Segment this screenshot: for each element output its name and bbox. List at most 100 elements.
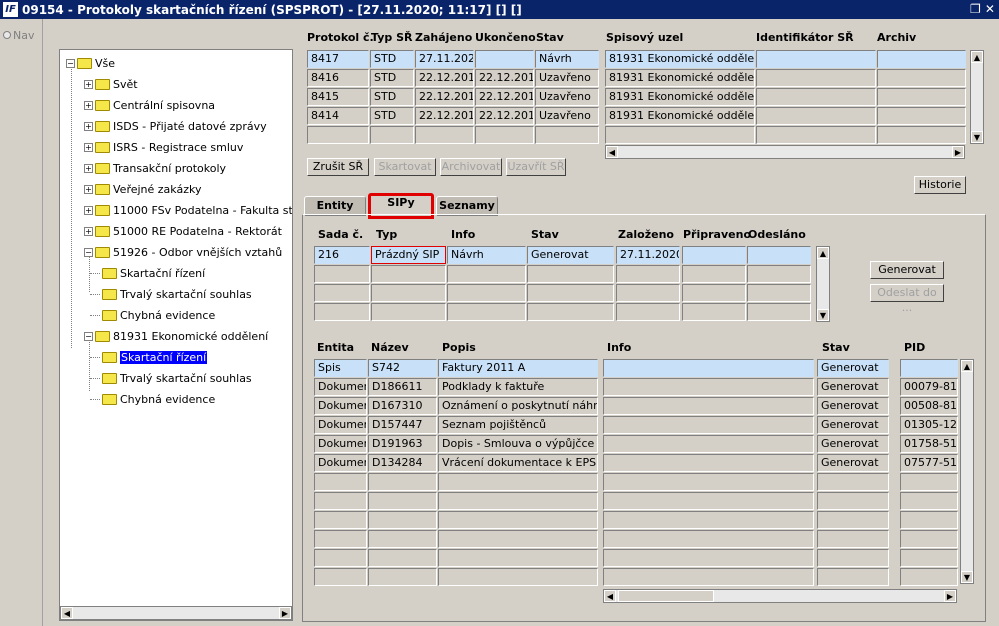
cell-entity[interactable]: Dokument: [314, 454, 367, 472]
cell-empty[interactable]: [817, 492, 889, 510]
scroll-down-icon[interactable]: ▼: [961, 571, 973, 583]
collapse-icon[interactable]: −: [84, 247, 93, 257]
cell-empty[interactable]: [756, 126, 876, 144]
tree-node[interactable]: Trvalý skartační souhlas: [102, 369, 252, 387]
cell-empty[interactable]: [368, 530, 437, 548]
expand-icon[interactable]: +: [84, 100, 93, 110]
send-to-button[interactable]: Odeslat do ...: [870, 284, 944, 314]
tab-seznamy[interactable]: Seznamy: [436, 196, 498, 216]
scroll-thumb[interactable]: [618, 590, 714, 602]
tree-node[interactable]: − 51926 - Odbor vnějších vztahů: [84, 243, 282, 261]
cell-type[interactable]: STD: [370, 69, 414, 87]
cell-empty[interactable]: [616, 284, 680, 302]
cell-empty[interactable]: [314, 492, 367, 510]
cell-status[interactable]: Generovat: [817, 454, 889, 472]
cell-empty[interactable]: [475, 126, 534, 144]
cell-archive[interactable]: [877, 69, 966, 87]
cell-status[interactable]: Uzavřeno: [535, 107, 599, 125]
cell-empty[interactable]: [314, 303, 370, 321]
cell-type[interactable]: Prázdný SIP: [371, 246, 446, 264]
cell-pid[interactable]: 00079-8111: [900, 378, 958, 396]
cell-name[interactable]: D134284: [368, 454, 437, 472]
cell-prepared[interactable]: [682, 246, 746, 264]
tree-node[interactable]: + Veřejné zakázky: [84, 180, 201, 198]
shred-button[interactable]: Skartovat: [374, 158, 436, 176]
cell-started[interactable]: 22.12.2017: [415, 69, 474, 87]
cell-empty[interactable]: [371, 265, 446, 283]
nav-toggle[interactable]: Nav: [3, 29, 34, 42]
cell-empty[interactable]: [438, 473, 598, 491]
scroll-left-icon[interactable]: ◀: [61, 607, 73, 619]
cell-status[interactable]: Návrh: [535, 50, 599, 68]
cell-info[interactable]: [603, 359, 814, 377]
tree-node[interactable]: +11000 FSv Podatelna - Fakulta stavební: [84, 201, 292, 219]
cell-empty[interactable]: [368, 473, 437, 491]
scroll-left-icon[interactable]: ◀: [604, 590, 616, 602]
cell-empty[interactable]: [447, 284, 526, 302]
cell-empty[interactable]: [603, 473, 814, 491]
generate-button[interactable]: Generovat: [870, 261, 944, 279]
cell-empty[interactable]: [314, 265, 370, 283]
cell-identifier[interactable]: [756, 107, 876, 125]
cell-name[interactable]: D157447: [368, 416, 437, 434]
tree-node[interactable]: Skartační řízení: [102, 264, 205, 282]
cell-status[interactable]: Generovat: [817, 435, 889, 453]
cell-empty[interactable]: [603, 492, 814, 510]
tab-entity[interactable]: Entity: [304, 196, 366, 216]
cell-protocol[interactable]: 8415: [307, 88, 369, 106]
cell-description[interactable]: Vrácení dokumentace k EPS: [438, 454, 598, 472]
scroll-up-icon[interactable]: ▲: [961, 360, 973, 372]
entities-vscroll[interactable]: ▲ ▼: [960, 359, 974, 584]
collapse-icon[interactable]: −: [66, 58, 75, 68]
expand-icon[interactable]: +: [84, 205, 93, 215]
cell-protocol[interactable]: 8417: [307, 50, 369, 68]
cell-status[interactable]: Generovat: [817, 416, 889, 434]
cell-empty[interactable]: [314, 284, 370, 302]
cell-started[interactable]: 22.12.2017: [415, 88, 474, 106]
cell-empty[interactable]: [370, 126, 414, 144]
cell-empty[interactable]: [747, 303, 811, 321]
cell-empty[interactable]: [900, 473, 958, 491]
cell-set[interactable]: 216: [314, 246, 370, 264]
cell-node[interactable]: 81931 Ekonomické oddělení: [605, 88, 755, 106]
cell-empty[interactable]: [747, 265, 811, 283]
cell-empty[interactable]: [900, 549, 958, 567]
cell-type[interactable]: STD: [370, 88, 414, 106]
cell-node[interactable]: 81931 Ekonomické oddělení: [605, 50, 755, 68]
tree-node-selected[interactable]: Skartační řízení: [102, 348, 208, 366]
cell-empty[interactable]: [438, 530, 598, 548]
cell-status[interactable]: Generovat: [527, 246, 614, 264]
cell-empty[interactable]: [438, 511, 598, 529]
cell-info[interactable]: Návrh: [447, 246, 526, 264]
cell-empty[interactable]: [438, 492, 598, 510]
cell-empty[interactable]: [682, 303, 746, 321]
cell-info[interactable]: [603, 378, 814, 396]
cell-protocol[interactable]: 8416: [307, 69, 369, 87]
cell-identifier[interactable]: [756, 69, 876, 87]
sipy-vscroll[interactable]: ▲ ▼: [816, 246, 830, 322]
cell-ended[interactable]: 22.12.2017: [475, 107, 534, 125]
cell-identifier[interactable]: [756, 50, 876, 68]
cell-type[interactable]: STD: [370, 107, 414, 125]
cell-empty[interactable]: [368, 492, 437, 510]
expand-icon[interactable]: +: [84, 79, 93, 89]
cell-empty[interactable]: [527, 265, 614, 283]
cell-ended[interactable]: [475, 50, 534, 68]
cell-pid[interactable]: 01758-5111: [900, 435, 958, 453]
cell-empty[interactable]: [682, 265, 746, 283]
cell-empty[interactable]: [603, 511, 814, 529]
cell-pid[interactable]: 01305-1210: [900, 416, 958, 434]
cell-empty[interactable]: [900, 492, 958, 510]
cell-entity[interactable]: Spis: [314, 359, 367, 377]
cell-created[interactable]: 27.11.2020: [616, 246, 680, 264]
cell-type[interactable]: STD: [370, 50, 414, 68]
cell-pid[interactable]: 00508-8110: [900, 397, 958, 415]
cell-archive[interactable]: [877, 50, 966, 68]
cell-empty[interactable]: [314, 530, 367, 548]
cell-empty[interactable]: [371, 284, 446, 302]
cell-description[interactable]: Podklady k faktuře: [438, 378, 598, 396]
expand-icon[interactable]: +: [84, 142, 93, 152]
cell-empty[interactable]: [900, 568, 958, 586]
scroll-left-icon[interactable]: ◀: [606, 146, 618, 158]
cell-description[interactable]: Seznam pojištěnců: [438, 416, 598, 434]
